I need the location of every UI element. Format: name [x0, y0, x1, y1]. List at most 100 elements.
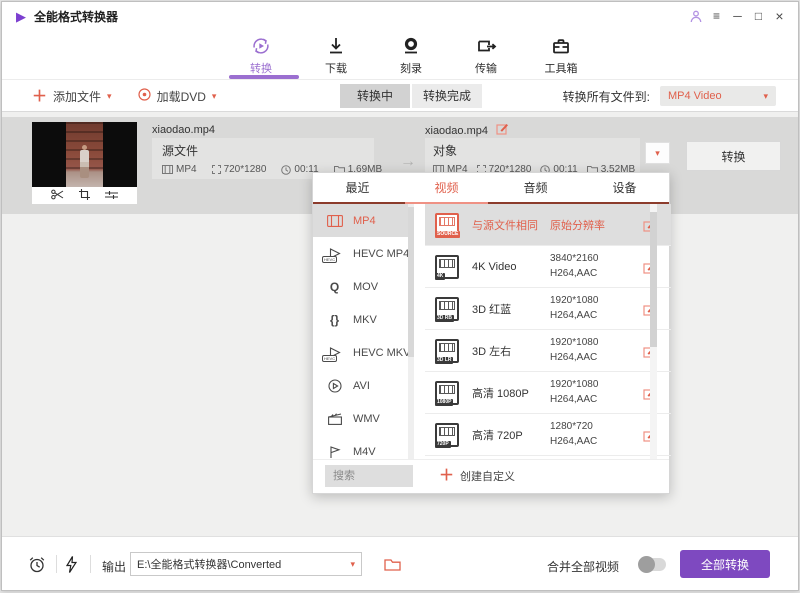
play-circle-icon	[325, 379, 344, 393]
create-custom-button[interactable]: ＋ 创建自定义	[439, 468, 515, 484]
load-dvd-label: 加载DVD	[157, 88, 206, 105]
tab-converting[interactable]: 转换中	[340, 84, 410, 108]
open-folder-icon[interactable]	[384, 558, 401, 571]
tab-label: 工具箱	[545, 60, 578, 76]
convert-all-to-label: 转换所有文件到:	[563, 88, 650, 105]
effects-tune-icon[interactable]	[105, 187, 118, 205]
preset-hd-720p[interactable]: 720P 高清 720P 1280*720H264,AAC	[425, 414, 671, 456]
chevron-down-icon: ▾	[350, 560, 361, 569]
divider	[56, 555, 57, 573]
preset-list-scrollbar[interactable]	[650, 204, 657, 459]
clip-toolbar	[32, 187, 137, 204]
format-picker-popup: 最近 视频 音频 设备 MP4 HEVC	[312, 172, 670, 494]
trim-scissors-icon[interactable]	[51, 187, 64, 205]
title-bar: ▶ 全能格式转换器 ≡ ─ □ ×	[2, 2, 798, 30]
account-icon[interactable]	[687, 6, 704, 26]
load-dvd-button[interactable]: 加载DVD ▾	[138, 88, 217, 105]
format-popup-footer: ＋ 创建自定义	[313, 459, 669, 491]
source-file-name: xiaodao.mp4	[152, 124, 215, 136]
convert-all-to-select[interactable]: MP4 Video ▾	[660, 86, 776, 106]
format-item-mp4[interactable]: MP4	[313, 204, 414, 237]
source-panel-title: 源文件	[162, 142, 364, 159]
tab-toolbox[interactable]: 工具箱	[531, 35, 591, 79]
3d-rb-preset-icon: 3D RB	[435, 297, 459, 321]
crop-icon[interactable]	[79, 187, 90, 205]
tab-download[interactable]: 下载	[306, 35, 366, 79]
tab-label: 刻录	[400, 60, 422, 76]
format-item-m4v[interactable]: M4V	[313, 435, 414, 459]
format-item-wmv[interactable]: WMV	[313, 402, 414, 435]
tab-recent[interactable]: 最近	[313, 173, 402, 202]
add-file-button[interactable]: ＋ 添加文件 ▾	[32, 88, 112, 105]
transfer-icon	[475, 35, 497, 57]
bottom-bar: 输出 ▾ 合并全部视频 全部转换	[2, 536, 798, 590]
output-path-input[interactable]	[131, 558, 350, 570]
tab-converted[interactable]: 转换完成	[412, 84, 482, 108]
preset-3d-sbs[interactable]: 3D LR 3D 左右 1920*1080H264,AAC	[425, 330, 671, 372]
preset-hd-1080p[interactable]: 1080P 高清 1080P 1920*1080H264,AAC	[425, 372, 671, 414]
close-button[interactable]: ×	[771, 6, 788, 26]
preset-4k-video[interactable]: 4K 4K Video 3840*2160H264,AAC	[425, 246, 671, 288]
hevc-play-icon: HEVC	[325, 248, 344, 259]
tab-device[interactable]: 设备	[580, 173, 669, 202]
window-controls: ≡ ─ □ ×	[687, 2, 788, 30]
tab-video[interactable]: 视频	[402, 173, 491, 202]
format-list-scrollbar[interactable]	[408, 204, 414, 459]
target-panel-title: 对象	[433, 142, 632, 159]
app-logo-icon: ▶	[16, 10, 26, 23]
format-item-hevc-mp4[interactable]: HEVC HEVC MP4	[313, 237, 414, 270]
active-tab-underline	[229, 75, 299, 79]
format-item-avi[interactable]: AVI	[313, 369, 414, 402]
person-figure	[79, 145, 90, 178]
search-input[interactable]	[325, 465, 413, 487]
merge-videos-label: 合并全部视频	[547, 558, 619, 575]
minimize-button[interactable]: ─	[729, 6, 746, 26]
chevron-down-icon: ▾	[655, 149, 660, 158]
video-thumbnail	[32, 122, 137, 204]
app-window: ▶ 全能格式转换器 ≡ ─ □ × 转换	[1, 1, 799, 591]
plus-icon: ＋	[439, 468, 454, 483]
preset-list: SOURCE 与源文件相同 原始分辨率 4K 4K Video 3840*216…	[425, 204, 671, 459]
preset-same-as-source[interactable]: SOURCE 与源文件相同 原始分辨率	[425, 204, 671, 246]
rename-edit-icon[interactable]	[496, 123, 508, 138]
toolbar: ＋ 添加文件 ▾ 加载DVD ▾ 转换中 转换完成 转换所有文件到: MP4 V…	[2, 80, 798, 112]
main-area: xiaodao.mp4 源文件 MP4 720*1280 00:11	[2, 112, 798, 538]
format-popup-body: MP4 HEVC HEVC MP4 Q MOV {}	[313, 204, 669, 459]
tab-burn[interactable]: 刻录	[381, 35, 441, 79]
tab-audio[interactable]: 音频	[491, 173, 580, 202]
source-preset-icon: SOURCE	[435, 213, 459, 237]
maximize-button[interactable]: □	[750, 6, 767, 26]
format-item-mkv[interactable]: {} MKV	[313, 303, 414, 336]
tab-label: 下载	[325, 60, 347, 76]
format-item-mov[interactable]: Q MOV	[313, 270, 414, 303]
film-icon	[325, 215, 344, 227]
convert-all-to-value: MP4 Video	[668, 90, 722, 102]
merge-videos-toggle[interactable]	[640, 558, 666, 571]
download-icon	[325, 35, 347, 57]
tab-label: 转换	[250, 60, 272, 76]
tab-label: 传输	[475, 60, 497, 76]
quicktime-icon: Q	[325, 280, 344, 294]
toggle-knob	[638, 556, 655, 573]
3d-lr-preset-icon: 3D LR	[435, 339, 459, 363]
convert-button[interactable]: 转换	[686, 141, 781, 171]
schedule-alarm-icon[interactable]	[28, 556, 46, 573]
hardware-acceleration-icon[interactable]	[66, 556, 77, 573]
menu-icon[interactable]: ≡	[708, 6, 725, 26]
output-path-select[interactable]: ▾	[130, 552, 362, 576]
tab-convert[interactable]: 转换	[231, 35, 291, 79]
format-popup-tabs: 最近 视频 音频 设备	[313, 173, 669, 204]
source-format: MP4	[162, 164, 197, 175]
preset-3d-anaglyph[interactable]: 3D RB 3D 红蓝 1920*1080H264,AAC	[425, 288, 671, 330]
format-list: MP4 HEVC HEVC MP4 Q MOV {}	[313, 204, 414, 459]
toolbox-icon	[550, 35, 572, 57]
format-item-hevc-mkv[interactable]: HEVC HEVC MKV	[313, 336, 414, 369]
1080p-preset-icon: 1080P	[435, 381, 459, 405]
chevron-down-icon: ▾	[212, 92, 217, 101]
thumbnail-image	[32, 122, 137, 187]
output-label: 输出	[102, 558, 126, 575]
dvd-icon	[138, 88, 151, 104]
convert-all-button[interactable]: 全部转换	[680, 550, 770, 578]
tab-transfer[interactable]: 传输	[456, 35, 516, 79]
target-format-dropdown-button[interactable]: ▾	[645, 142, 670, 164]
